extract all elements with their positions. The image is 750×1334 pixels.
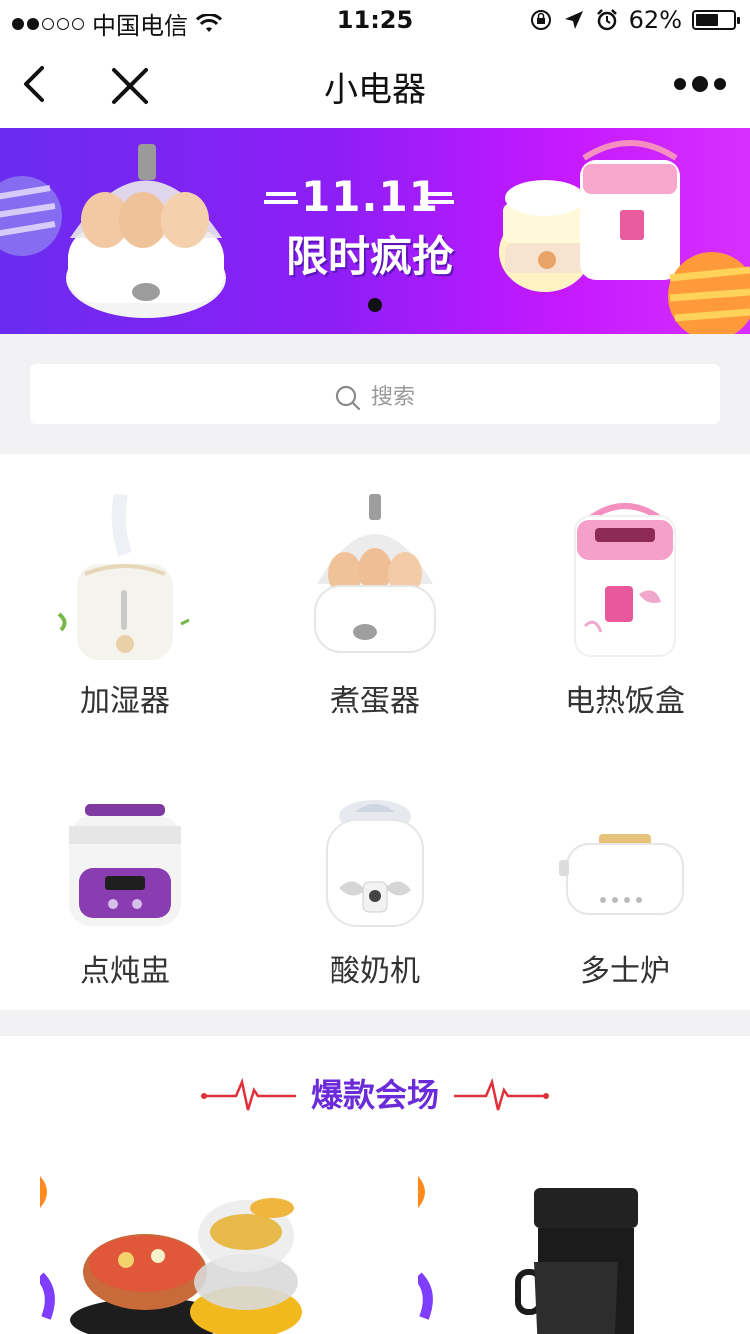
banner-title: 11.11 限时疯抢 (250, 172, 490, 284)
heartbeat-line-right-icon (454, 1077, 549, 1111)
category-label: 加湿器 (80, 684, 170, 719)
status-bar: 中国电信 11:25 62% (0, 0, 750, 40)
yogurt-maker-icon (326, 800, 424, 927)
banner-slogan: 限时疯抢 (285, 232, 454, 281)
battery-percent: 62% (628, 6, 682, 34)
category-toaster[interactable]: 多士炉 (500, 724, 750, 994)
category-egg-cooker[interactable]: 煮蛋器 (250, 454, 500, 724)
electric-lunchbox-icon (574, 503, 676, 657)
hot-pot-steamer-icon (40, 1176, 302, 1334)
hot-product-card[interactable] (40, 1152, 330, 1334)
battery-icon (692, 10, 740, 30)
humidifier-icon (57, 494, 190, 660)
search-section: 搜索 (0, 334, 750, 454)
category-grid: 加湿器 煮蛋器 电热饭盒 点炖盅 酸奶机 多士炉 (0, 454, 750, 1010)
category-label: 煮蛋器 (330, 684, 420, 719)
category-label: 酸奶机 (330, 954, 420, 989)
banner-date: 11.11 (301, 172, 439, 221)
search-placeholder-row: 搜索 (30, 379, 720, 411)
category-humidifier[interactable]: 加湿器 (0, 454, 250, 724)
promo-banner[interactable]: 11.11 限时疯抢 (0, 128, 750, 334)
stew-pot-icon (69, 804, 181, 926)
hot-product-card[interactable] (418, 1152, 708, 1334)
category-stew-pot[interactable]: 点炖盅 (0, 724, 250, 994)
nav-bar: 小电器 (0, 40, 750, 128)
category-electric-lunchbox[interactable]: 电热饭盒 (500, 454, 750, 724)
hot-section: 爆款会场 (0, 1036, 750, 1334)
more-icon[interactable] (674, 74, 726, 94)
alarm-icon (596, 9, 617, 31)
egg-cooker-icon (314, 494, 436, 653)
category-label: 点炖盅 (80, 954, 170, 989)
location-icon (564, 11, 583, 29)
toaster-icon (559, 834, 684, 915)
category-yogurt-maker[interactable]: 酸奶机 (250, 724, 500, 994)
status-right: 62% (529, 6, 740, 34)
search-placeholder: 搜索 (370, 385, 415, 410)
carousel-indicator[interactable] (368, 298, 382, 312)
search-input[interactable]: 搜索 (30, 364, 720, 424)
rotation-lock-icon (530, 10, 551, 30)
search-icon (335, 385, 361, 411)
coffee-maker-icon (418, 1176, 638, 1334)
hot-section-title: 爆款会场 (310, 1076, 439, 1114)
category-label: 多士炉 (580, 954, 670, 989)
page-title: 小电器 (324, 70, 426, 110)
category-label: 电热饭盒 (565, 684, 685, 719)
